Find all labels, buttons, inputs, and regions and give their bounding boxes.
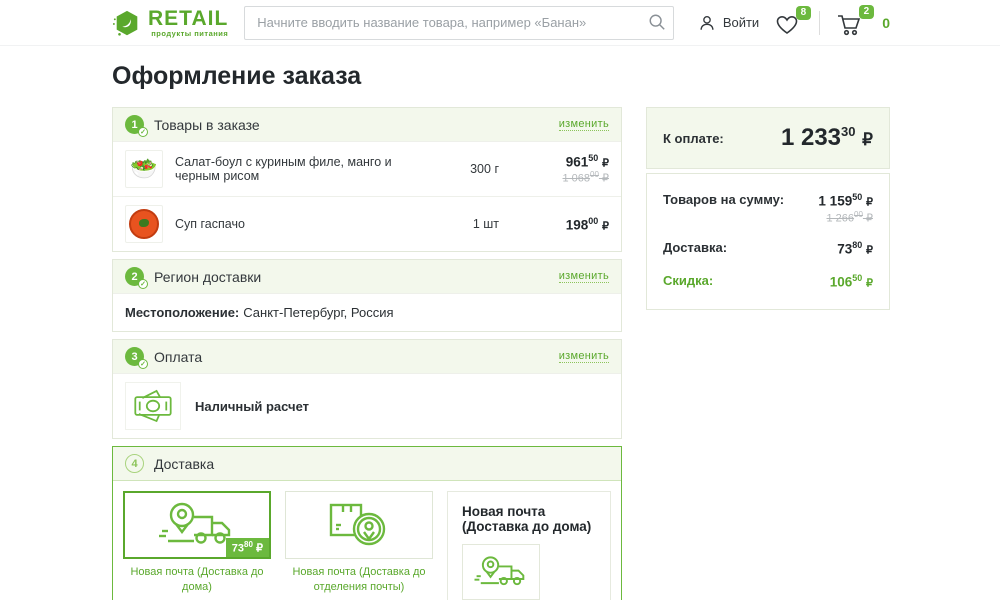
item-price: 19800 ₽ [525, 216, 609, 233]
section-delivery-region: 2 ✓ Регион доставки изменить Местоположе… [112, 259, 622, 332]
edit-payment-link[interactable]: изменить [559, 350, 609, 363]
summary-items-old-value: 1 26600 ₽ [818, 210, 873, 225]
section-delivery: 4 Доставка [112, 446, 622, 600]
box-pin-icon [323, 499, 395, 551]
favorites-badge: 8 [796, 6, 812, 20]
cart-button[interactable]: 2 [834, 9, 868, 37]
logo-icon [112, 8, 142, 38]
step-4-badge: 4 [125, 454, 144, 473]
truck-pin-icon [462, 544, 540, 600]
payment-method: Наличный расчет [113, 373, 621, 438]
section-delivery-title: Доставка [154, 456, 214, 472]
soup-product-image [125, 205, 163, 243]
summary-discount-row: Скидка: 10650 ₽ [663, 261, 873, 300]
section-payment-title: Оплата [154, 349, 202, 365]
search-bar [244, 6, 674, 40]
summary-discount-label: Скидка: [663, 273, 713, 290]
edit-region-link[interactable]: изменить [559, 270, 609, 283]
logo-title: RETAIL [148, 8, 228, 29]
location-value: Санкт-Петербург, Россия [243, 305, 393, 320]
login-button[interactable]: Войти [698, 14, 759, 32]
total-due-value: 1 23330 ₽ [781, 124, 873, 152]
cart-badge: 2 [859, 5, 875, 19]
search-icon[interactable] [648, 13, 666, 31]
delivery-detail-panel: Новая почта (Доставка до дома) Заказ буд… [447, 491, 611, 600]
item-price: 96150 ₽ [525, 153, 609, 170]
delivery-detail-title: Новая почта (Доставка до дома) [462, 504, 596, 534]
retail-logo[interactable]: RETAIL продукты питания [112, 8, 228, 38]
item-name: Суп гаспачо [175, 217, 443, 231]
section-payment: 3 ✓ Оплата изменить Н [112, 339, 622, 439]
step-2-check-icon: ✓ [138, 279, 148, 289]
total-due-label: К оплате: [663, 131, 724, 146]
salad-product-image: 🥗 [125, 150, 163, 188]
favorites-button[interactable]: 8 [773, 10, 805, 36]
item-quantity: 300 г [443, 162, 499, 176]
order-summary: К оплате: 1 23330 ₽ Товаров на сумму: 1 … [646, 107, 890, 600]
user-icon [698, 14, 716, 32]
delivery-price-badge: 7380 ₽ [226, 538, 269, 557]
summary-breakdown: Товаров на сумму: 1 15950 ₽ 1 26600 ₽ До… [646, 173, 890, 310]
total-due-box: К оплате: 1 23330 ₽ [646, 107, 890, 169]
summary-delivery-label: Доставка: [663, 240, 727, 257]
region-location: Местоположение: Санкт-Петербург, Россия [113, 293, 621, 331]
header-divider [819, 11, 820, 35]
cash-icon [125, 382, 181, 430]
step-2-badge: 2 ✓ [125, 267, 144, 286]
order-item-row: Суп гаспачо 1 шт 19800 ₽ [113, 196, 621, 251]
payment-method-name: Наличный расчет [195, 399, 309, 414]
location-label: Местоположение: [125, 305, 239, 320]
edit-items-link[interactable]: изменить [559, 118, 609, 131]
logo-subtitle: продукты питания [148, 30, 228, 38]
delivery-option-post-office-label[interactable]: Новая почта (Доставка до отделения почты… [285, 565, 433, 595]
step-3-check-icon: ✓ [138, 359, 148, 369]
delivery-options: 7380 ₽ Новая почта (Доставка до дома) [123, 491, 433, 600]
summary-items-row: Товаров на сумму: 1 15950 ₽ 1 26600 ₽ [663, 180, 873, 228]
step-1-badge: 1 ✓ [125, 115, 144, 134]
step-1-check-icon: ✓ [138, 127, 148, 137]
summary-delivery-row: Доставка: 7380 ₽ [663, 228, 873, 261]
summary-delivery-value: 7380 ₽ [837, 240, 873, 257]
order-item-row: 🥗 Салат-боул с куриным филе, манго и чер… [113, 141, 621, 196]
section-order-items: 1 ✓ Товары в заказе изменить 🥗 Салат-боу… [112, 107, 622, 252]
page-title: Оформление заказа [112, 62, 1000, 91]
cart-total: 0 [882, 15, 890, 31]
login-label: Войти [723, 15, 759, 30]
header-actions: Войти 8 2 0 [698, 9, 890, 37]
item-quantity: 1 шт [443, 217, 499, 231]
section-region-title: Регион доставки [154, 269, 261, 285]
delivery-option-post-office[interactable] [285, 491, 433, 559]
top-header: RETAIL продукты питания Войти 8 2 [0, 0, 1000, 46]
delivery-option-home-label[interactable]: Новая почта (Доставка до дома) [123, 565, 271, 595]
summary-items-label: Товаров на сумму: [663, 192, 784, 224]
item-old-price: 1 06800 ₽ [525, 170, 609, 185]
summary-items-value: 1 15950 ₽ [818, 192, 873, 209]
search-input[interactable] [244, 6, 674, 40]
section-items-title: Товары в заказе [154, 117, 260, 133]
step-3-badge: 3 ✓ [125, 347, 144, 366]
delivery-option-home[interactable]: 7380 ₽ [123, 491, 271, 559]
item-name: Салат-боул с куриным филе, манго и черны… [175, 155, 443, 183]
summary-discount-value: 10650 ₽ [830, 273, 873, 290]
